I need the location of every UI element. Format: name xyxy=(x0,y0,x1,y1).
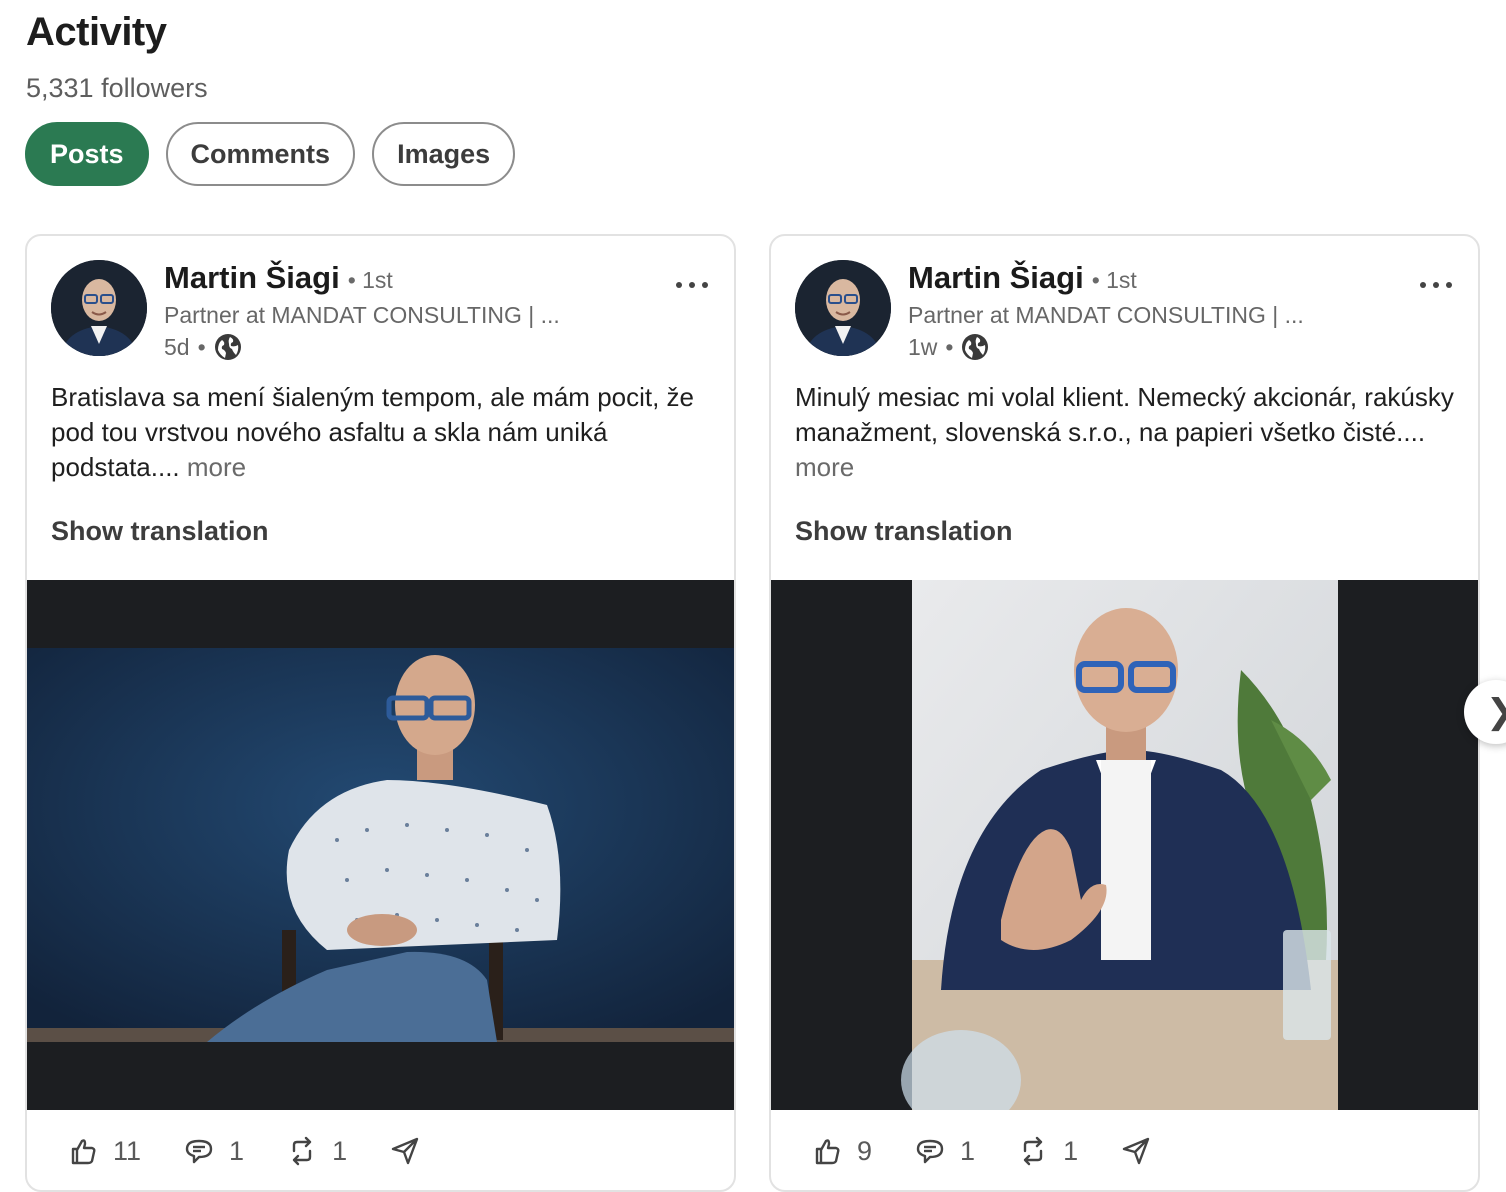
show-translation-button[interactable]: Show translation xyxy=(51,516,269,547)
more-dot-icon xyxy=(689,282,695,288)
comment-count: 1 xyxy=(229,1135,245,1166)
reaction-count: 9 xyxy=(857,1135,873,1166)
more-dot-icon xyxy=(676,282,682,288)
more-dot-icon xyxy=(1420,282,1426,288)
filter-comments-button[interactable]: Comments xyxy=(165,122,356,186)
author-name[interactable]: Martin Šiagi xyxy=(908,260,1084,296)
comment-button[interactable]: 1 xyxy=(914,1135,975,1167)
more-options-button[interactable] xyxy=(674,270,710,300)
followers-count: 5,331 followers xyxy=(26,73,208,103)
reaction-count: 11 xyxy=(113,1135,142,1166)
filter-posts-button[interactable]: Posts xyxy=(25,122,149,186)
more-dot-icon xyxy=(1446,282,1452,288)
avatar[interactable] xyxy=(795,260,891,356)
post-image[interactable] xyxy=(771,580,1478,1110)
activity-header: Activity 5,331 followers xyxy=(26,8,208,104)
comment-icon xyxy=(916,1139,944,1164)
post-actions: 11 1 1 xyxy=(27,1110,734,1190)
repost-icon xyxy=(1023,1136,1043,1166)
post-image[interactable] xyxy=(27,580,734,1110)
comment-count: 1 xyxy=(960,1135,976,1166)
author-name[interactable]: Martin Šiagi xyxy=(164,260,340,296)
thumbs-up-icon xyxy=(815,1139,840,1165)
filter-pills: Posts Comments Images xyxy=(25,122,516,186)
avatar[interactable] xyxy=(51,260,147,356)
post-meta: 1w • xyxy=(908,333,989,361)
more-dot-icon xyxy=(702,282,708,288)
like-button[interactable]: 9 xyxy=(811,1135,872,1167)
post-text: Minulý mesiac mi volal klient. Nemecký a… xyxy=(795,380,1455,485)
globe-icon xyxy=(962,334,989,360)
post-meta: 5d • xyxy=(164,333,242,361)
filter-images-button[interactable]: Images xyxy=(372,122,516,186)
repost-button[interactable]: 1 xyxy=(286,1135,347,1167)
more-options-button[interactable] xyxy=(1418,270,1454,300)
post-text: Bratislava sa mení šialeným tempom, ale … xyxy=(51,380,711,485)
show-translation-button[interactable]: Show translation xyxy=(795,516,1013,547)
send-icon xyxy=(1122,1137,1150,1165)
post-actions: 9 1 1 xyxy=(771,1110,1478,1190)
send-icon xyxy=(391,1137,419,1165)
comment-icon xyxy=(185,1139,213,1164)
author-headline: Partner at MANDAT CONSULTING | ... xyxy=(908,302,1304,328)
thumbs-up-icon xyxy=(71,1139,96,1165)
repost-button[interactable]: 1 xyxy=(1017,1135,1078,1167)
chevron-right-icon: ❯ xyxy=(1486,692,1506,732)
post-card: Martin Šiagi • 1st Partner at MANDAT CON… xyxy=(769,234,1480,1192)
post-body: Minulý mesiac mi volal klient. Nemecký a… xyxy=(795,382,1454,447)
post-card: Martin Šiagi • 1st Partner at MANDAT CON… xyxy=(25,234,736,1192)
more-dot-icon xyxy=(1433,282,1439,288)
post-time: 1w xyxy=(908,333,938,360)
globe-icon xyxy=(214,334,241,360)
connection-degree: • 1st xyxy=(347,267,393,293)
post-body: Bratislava sa mení šialeným tempom, ale … xyxy=(51,382,695,482)
see-more-link[interactable]: more xyxy=(795,452,854,482)
meta-separator: • xyxy=(945,333,954,360)
send-button[interactable] xyxy=(1120,1135,1152,1167)
repost-count: 1 xyxy=(1063,1135,1079,1166)
repost-count: 1 xyxy=(332,1135,348,1166)
post-time: 5d xyxy=(164,333,190,360)
send-button[interactable] xyxy=(389,1135,421,1167)
see-more-link[interactable]: more xyxy=(187,452,246,482)
page-title: Activity xyxy=(26,10,167,54)
repost-icon xyxy=(292,1136,312,1166)
like-button[interactable]: 11 xyxy=(67,1135,141,1167)
comment-button[interactable]: 1 xyxy=(183,1135,244,1167)
connection-degree: • 1st xyxy=(1091,267,1137,293)
meta-separator: • xyxy=(197,333,206,360)
author-headline: Partner at MANDAT CONSULTING | ... xyxy=(164,302,560,328)
